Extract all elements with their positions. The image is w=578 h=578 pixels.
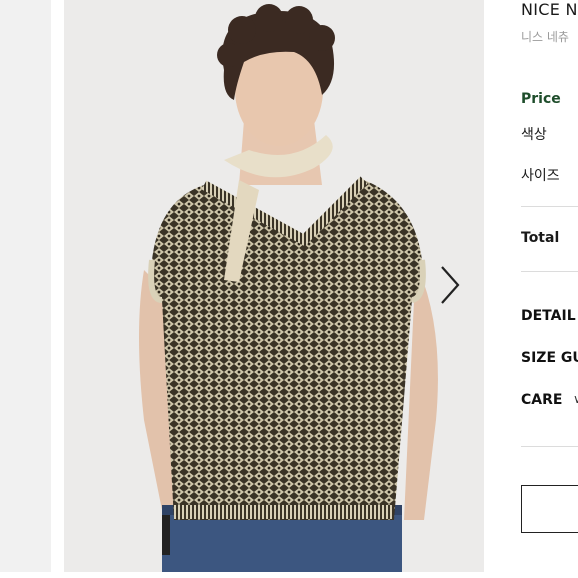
size-guide-section-toggle[interactable]: SIZE GU [521,350,578,366]
product-subtitle: 니스 네츄 [521,30,569,44]
product-page: NICE N 니스 네츄 Price 색상 사이즈 Total DETAIL S… [0,0,578,578]
total-label: Total [521,230,560,246]
product-title: NICE N [521,0,578,19]
detail-section-toggle[interactable]: DETAIL [521,308,576,324]
divider [521,206,578,207]
purchase-action-button[interactable] [521,485,578,533]
previous-image-preview[interactable] [0,0,51,572]
divider [521,446,578,447]
price-label: Price [521,91,561,107]
care-section-toggle[interactable]: CARE [521,392,562,408]
size-option-label: 사이즈 [521,168,560,184]
next-image-button[interactable] [436,263,464,307]
product-main-image[interactable] [64,0,484,572]
chevron-right-icon [441,266,460,304]
chevron-down-icon: ∨ [573,392,578,406]
divider [521,271,578,272]
color-option-label: 색상 [521,127,547,143]
